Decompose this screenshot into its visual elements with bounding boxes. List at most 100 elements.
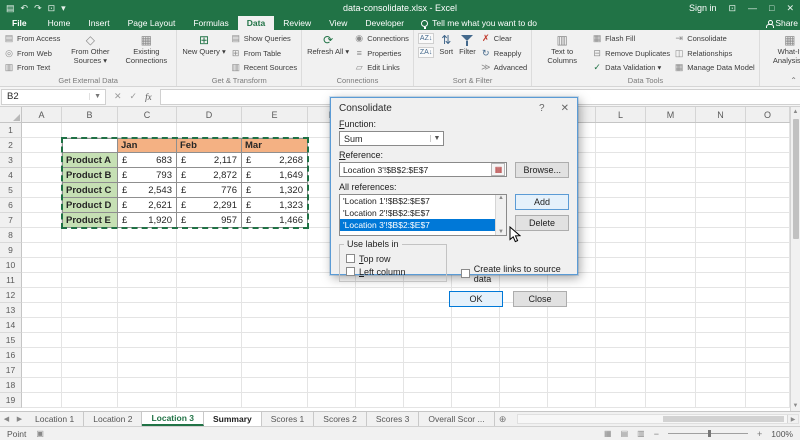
cell-E9[interactable] (242, 243, 308, 258)
cell-O17[interactable] (746, 363, 790, 378)
row-header-4[interactable]: 4 (0, 168, 22, 183)
sheet-tab-location-3[interactable]: Location 3 (142, 412, 204, 426)
sort-button[interactable]: ⇅Sort (436, 32, 456, 58)
cell-E14[interactable] (242, 318, 308, 333)
from-access-button[interactable]: ▤From Access (4, 32, 60, 45)
cell-E16[interactable] (242, 348, 308, 363)
cell-A12[interactable] (22, 288, 62, 303)
cell-C5[interactable]: £2,543 (118, 183, 177, 198)
cell-M14[interactable] (646, 318, 696, 333)
cell-B3[interactable]: Product A (62, 153, 118, 168)
browse-button[interactable]: Browse... (515, 162, 569, 178)
cell-N1[interactable] (696, 123, 746, 138)
minimize-icon[interactable]: — (748, 3, 757, 14)
horizontal-scroll-thumb[interactable] (663, 416, 784, 422)
from-web-button[interactable]: ◎From Web (4, 47, 60, 60)
cell-D12[interactable] (177, 288, 242, 303)
cell-O7[interactable] (746, 213, 790, 228)
cell-D17[interactable] (177, 363, 242, 378)
share-button[interactable]: Share (766, 16, 800, 30)
cell-A14[interactable] (22, 318, 62, 333)
cell-L10[interactable] (596, 258, 646, 273)
from-table-button[interactable]: ⊞From Table (231, 47, 297, 60)
cell-M15[interactable] (646, 333, 696, 348)
cell-I19[interactable] (452, 393, 500, 408)
tab-data[interactable]: Data (238, 16, 274, 30)
cell-H16[interactable] (404, 348, 452, 363)
cell-K14[interactable] (548, 318, 596, 333)
cell-L15[interactable] (596, 333, 646, 348)
cell-M11[interactable] (646, 273, 696, 288)
relationships-button[interactable]: ◫Relationships (674, 47, 755, 60)
row-header-19[interactable]: 19 (0, 393, 22, 408)
cell-L2[interactable] (596, 138, 646, 153)
cell-E17[interactable] (242, 363, 308, 378)
zoom-slider[interactable] (668, 433, 748, 434)
cell-L11[interactable] (596, 273, 646, 288)
cell-L14[interactable] (596, 318, 646, 333)
cell-L9[interactable] (596, 243, 646, 258)
cell-C7[interactable]: £1,920 (118, 213, 177, 228)
cell-A17[interactable] (22, 363, 62, 378)
row-header-7[interactable]: 7 (0, 213, 22, 228)
sheet-tab-scores-1[interactable]: Scores 1 (262, 412, 315, 426)
sheet-tab-summary[interactable]: Summary (204, 412, 262, 426)
collapse-ribbon-icon[interactable]: ⌃ (790, 76, 797, 85)
column-header-C[interactable]: C (118, 107, 177, 122)
cell-J15[interactable] (500, 333, 548, 348)
cell-B18[interactable] (62, 378, 118, 393)
cell-L16[interactable] (596, 348, 646, 363)
column-header-N[interactable]: N (696, 107, 746, 122)
cell-C11[interactable] (118, 273, 177, 288)
cell-N10[interactable] (696, 258, 746, 273)
cell-B5[interactable]: Product C (62, 183, 118, 198)
cell-B9[interactable] (62, 243, 118, 258)
list-scroll-up-icon[interactable]: ▲ (498, 195, 504, 201)
horizontal-scrollbar[interactable]: ▶ (517, 414, 799, 424)
cell-M9[interactable] (646, 243, 696, 258)
left-column-checkbox[interactable] (346, 267, 355, 276)
reference-input[interactable]: Location 3'!$B$2:$E$7 ▦ (339, 162, 507, 177)
cell-D11[interactable] (177, 273, 242, 288)
save-icon[interactable]: ▤ (6, 3, 15, 14)
cell-C3[interactable]: £683 (118, 153, 177, 168)
cell-I17[interactable] (452, 363, 500, 378)
cell-E8[interactable] (242, 228, 308, 243)
cell-E7[interactable]: £1,466 (242, 213, 308, 228)
cell-L4[interactable] (596, 168, 646, 183)
cell-M19[interactable] (646, 393, 696, 408)
cell-B15[interactable] (62, 333, 118, 348)
tab-view[interactable]: View (320, 16, 356, 30)
cell-C14[interactable] (118, 318, 177, 333)
cell-B17[interactable] (62, 363, 118, 378)
delete-button[interactable]: Delete (515, 215, 569, 231)
sheet-nav-right-icon[interactable]: ▶ (13, 412, 26, 426)
row-header-10[interactable]: 10 (0, 258, 22, 273)
cell-F18[interactable] (308, 378, 356, 393)
cell-N6[interactable] (696, 198, 746, 213)
normal-view-icon[interactable]: ▦ (604, 429, 612, 438)
cell-D6[interactable]: £2,291 (177, 198, 242, 213)
cell-C1[interactable] (118, 123, 177, 138)
cell-L7[interactable] (596, 213, 646, 228)
consolidate-button[interactable]: ⇥Consolidate (674, 32, 755, 45)
manage-data-model-button[interactable]: ▦Manage Data Model (674, 61, 755, 74)
row-header-9[interactable]: 9 (0, 243, 22, 258)
cell-C10[interactable] (118, 258, 177, 273)
cell-K18[interactable] (548, 378, 596, 393)
vertical-scrollbar[interactable]: ▲ ▼ (790, 107, 800, 411)
cell-O4[interactable] (746, 168, 790, 183)
sheet-tab-location-1[interactable]: Location 1 (26, 412, 84, 426)
column-header-B[interactable]: B (62, 107, 118, 122)
connections-button[interactable]: ◉Connections (354, 32, 409, 45)
cell-N12[interactable] (696, 288, 746, 303)
filter-button[interactable]: Filter (456, 32, 479, 58)
tab-page-layout[interactable]: Page Layout (119, 16, 185, 30)
cell-E2[interactable]: Mar (242, 138, 308, 153)
refresh-all-button[interactable]: ⟳Refresh All ▾ (304, 32, 352, 58)
maximize-icon[interactable]: □ (769, 3, 774, 14)
cell-D9[interactable] (177, 243, 242, 258)
customize-qat-icon[interactable]: ▾ (61, 3, 66, 14)
cell-A16[interactable] (22, 348, 62, 363)
new-sheet-icon[interactable]: ⊕ (495, 412, 511, 426)
